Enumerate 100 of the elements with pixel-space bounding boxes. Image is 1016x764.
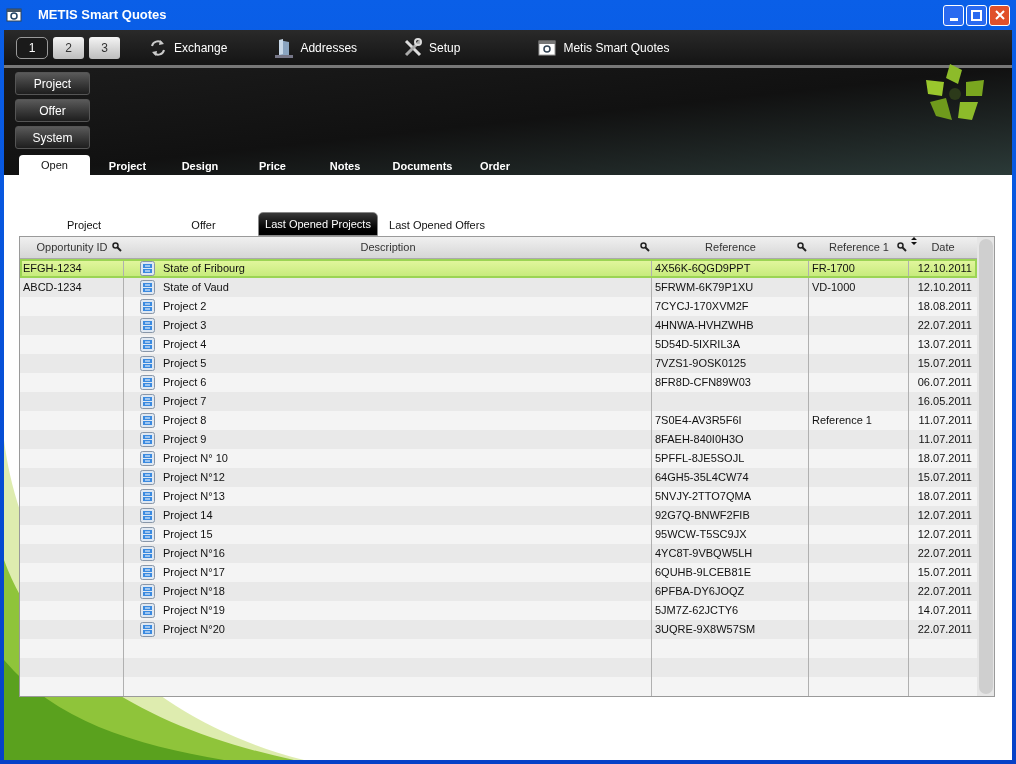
tab[interactable]: Offer bbox=[149, 214, 258, 236]
document-icon bbox=[140, 584, 155, 599]
table-row[interactable]: Project N°18 6PFBA-DY6JOQZ 22.07.2011 bbox=[20, 582, 977, 601]
table-cell-text: 12.07.2011 bbox=[917, 527, 972, 543]
table-cell-text: 64GH5-35L4CW74 bbox=[655, 470, 749, 486]
app-icon bbox=[6, 7, 22, 23]
table-cell-text: 6PFBA-DY6JOQZ bbox=[655, 584, 745, 600]
column-header[interactable]: Description bbox=[360, 239, 416, 256]
maximize-icon bbox=[971, 9, 982, 21]
table-row[interactable]: Project 5 7VZS1-9OSK0125 15.07.2011 bbox=[20, 354, 977, 373]
document-icon bbox=[140, 280, 155, 295]
table-row[interactable]: Project 8 7S0E4-AV3R5F6I Reference 1 11.07.2011 bbox=[20, 411, 977, 430]
toolbar-button[interactable]: Metis Smart Quotes bbox=[537, 37, 670, 58]
document-icon bbox=[140, 413, 155, 428]
column-header[interactable]: Date bbox=[931, 239, 955, 256]
table-cell-text: 13.07.2011 bbox=[917, 337, 972, 353]
tab[interactable]: Project bbox=[90, 157, 165, 175]
table-row[interactable]: ABCD-1234 State of Vaud 5FRWM-6K79P1XU VD-1000 12.10.2011 bbox=[20, 278, 977, 297]
document-icon bbox=[140, 565, 155, 580]
minimize-icon bbox=[949, 17, 958, 21]
table-row[interactable]: Project 4 5D54D-5IXRIL3A 13.07.2011 bbox=[20, 335, 977, 354]
table-cell-text: 5FRWM-6K79P1XU bbox=[655, 280, 754, 296]
tab[interactable]: Notes bbox=[310, 157, 380, 175]
table-cell-text: Project N° 10 bbox=[163, 451, 228, 467]
document-icon bbox=[140, 337, 155, 352]
table-cell-text: Project 2 bbox=[163, 299, 207, 315]
document-icon bbox=[140, 451, 155, 466]
table-cell-text: 18.07.2011 bbox=[917, 489, 972, 505]
table-cell-text: Project 4 bbox=[163, 337, 207, 353]
document-icon bbox=[140, 375, 155, 390]
table-row[interactable]: Project N°12 64GH5-35L4CW74 15.07.2011 bbox=[20, 468, 977, 487]
column-header[interactable]: Reference 1 bbox=[829, 239, 889, 256]
table-cell-text: 95WCW-T5SC9JX bbox=[655, 527, 747, 543]
document-icon bbox=[140, 318, 155, 333]
table-cell-text: 5D54D-5IXRIL3A bbox=[655, 337, 740, 353]
table-cell-text: Project 3 bbox=[163, 318, 207, 334]
table-cell-text: VD-1000 bbox=[812, 280, 856, 296]
table-row[interactable]: Project N°19 5JM7Z-62JCTY6 14.07.2011 bbox=[20, 601, 977, 620]
table-cell-text: Project 5 bbox=[163, 356, 207, 372]
tab[interactable]: Last Opened Offers bbox=[378, 214, 496, 236]
table-row[interactable]: Project N° 10 5PFFL-8JE5SOJL 18.07.2011 bbox=[20, 449, 977, 468]
table-row[interactable]: Project 6 8FR8D-CFN89W03 06.07.2011 bbox=[20, 373, 977, 392]
table-row[interactable]: Project 15 95WCW-T5SC9JX 12.07.2011 bbox=[20, 525, 977, 544]
tools-icon bbox=[403, 37, 424, 58]
table-cell-text: 5PFFL-8JE5SOJL bbox=[655, 451, 745, 467]
table-cell-text: State of Vaud bbox=[163, 280, 229, 296]
maximize-button[interactable] bbox=[966, 4, 987, 26]
table-row[interactable]: Project 2 7CYCJ-170XVM2F 18.08.2011 bbox=[20, 297, 977, 316]
document-icon bbox=[140, 546, 155, 561]
tab[interactable]: Design bbox=[165, 157, 235, 175]
table-cell-text: Project N°20 bbox=[163, 622, 225, 638]
table-row[interactable]: Project N°20 3UQRE-9X8W57SM 22.07.2011 bbox=[20, 620, 977, 639]
table-cell-text: 5JM7Z-62JCTY6 bbox=[655, 603, 739, 619]
table-cell-text: 4X56K-6QGD9PPT bbox=[655, 261, 751, 277]
tab[interactable]: Project bbox=[19, 214, 149, 236]
tab[interactable]: Last Opened Projects bbox=[258, 212, 378, 236]
tab[interactable]: Open bbox=[19, 155, 90, 175]
table-row[interactable]: Project 9 8FAEH-840I0H3O 11.07.2011 bbox=[20, 430, 977, 449]
toolbar-button[interactable]: Setup bbox=[403, 37, 461, 58]
table-cell-text: FR-1700 bbox=[812, 261, 855, 277]
column-header[interactable]: Reference bbox=[705, 239, 756, 256]
minimize-button[interactable] bbox=[943, 4, 964, 26]
table-cell-text: 06.07.2011 bbox=[917, 375, 972, 391]
table-row[interactable]: Project N°16 4YC8T-9VBQW5LH 22.07.2011 bbox=[20, 544, 977, 563]
table-row[interactable]: EFGH-1234 State of Fribourg 4X56K-6QGD9PPT FR-1700 12.10.2011 bbox=[20, 259, 977, 278]
scrollbar[interactable] bbox=[977, 237, 994, 696]
document-icon bbox=[140, 432, 155, 447]
table-row[interactable]: Project 7 16.05.2011 bbox=[20, 392, 977, 411]
side-button[interactable]: System bbox=[15, 126, 90, 149]
page-button[interactable]: 3 bbox=[89, 36, 120, 59]
toolbar-button[interactable]: Addresses bbox=[274, 37, 358, 58]
table-cell-text: 16.05.2011 bbox=[917, 394, 972, 410]
document-icon bbox=[140, 508, 155, 523]
side-button[interactable]: Offer bbox=[15, 99, 90, 122]
table-cell-text: 7VZS1-9OSK0125 bbox=[655, 356, 747, 372]
tab[interactable]: Price bbox=[235, 157, 310, 175]
table-cell-text: Project N°18 bbox=[163, 584, 225, 600]
table-cell-text: 12.10.2011 bbox=[917, 280, 972, 296]
close-icon bbox=[994, 10, 1005, 20]
close-button[interactable] bbox=[989, 4, 1010, 26]
tab[interactable]: Documents bbox=[380, 157, 465, 175]
table-row[interactable]: Project 14 92G7Q-BNWF2FIB 12.07.2011 bbox=[20, 506, 977, 525]
app-icon bbox=[537, 37, 558, 58]
column-header[interactable]: Opportunity ID bbox=[36, 239, 108, 256]
table-cell-text: 7CYCJ-170XVM2F bbox=[655, 299, 749, 315]
tab[interactable]: Order bbox=[465, 157, 525, 175]
table-cell-text: 6QUHB-9LCEB81E bbox=[655, 565, 751, 581]
table-cell-text: 12.10.2011 bbox=[917, 261, 972, 277]
document-icon bbox=[140, 527, 155, 542]
table-row[interactable]: Project N°13 5NVJY-2TTO7QMA 18.07.2011 bbox=[20, 487, 977, 506]
table-cell-text: 11.07.2011 bbox=[918, 413, 972, 429]
table-row[interactable]: Project N°17 6QUHB-9LCEB81E 15.07.2011 bbox=[20, 563, 977, 582]
side-button[interactable]: Project bbox=[15, 72, 90, 95]
table-cell-text: 22.07.2011 bbox=[917, 622, 972, 638]
page-button[interactable]: 2 bbox=[53, 36, 84, 59]
table-cell-text: 22.07.2011 bbox=[917, 584, 972, 600]
table-cell-text: 15.07.2011 bbox=[917, 470, 972, 486]
table-row[interactable]: Project 3 4HNWA-HVHZWHB 22.07.2011 bbox=[20, 316, 977, 335]
page-button[interactable]: 1 bbox=[16, 36, 48, 59]
toolbar-button[interactable]: Exchange bbox=[148, 37, 228, 58]
